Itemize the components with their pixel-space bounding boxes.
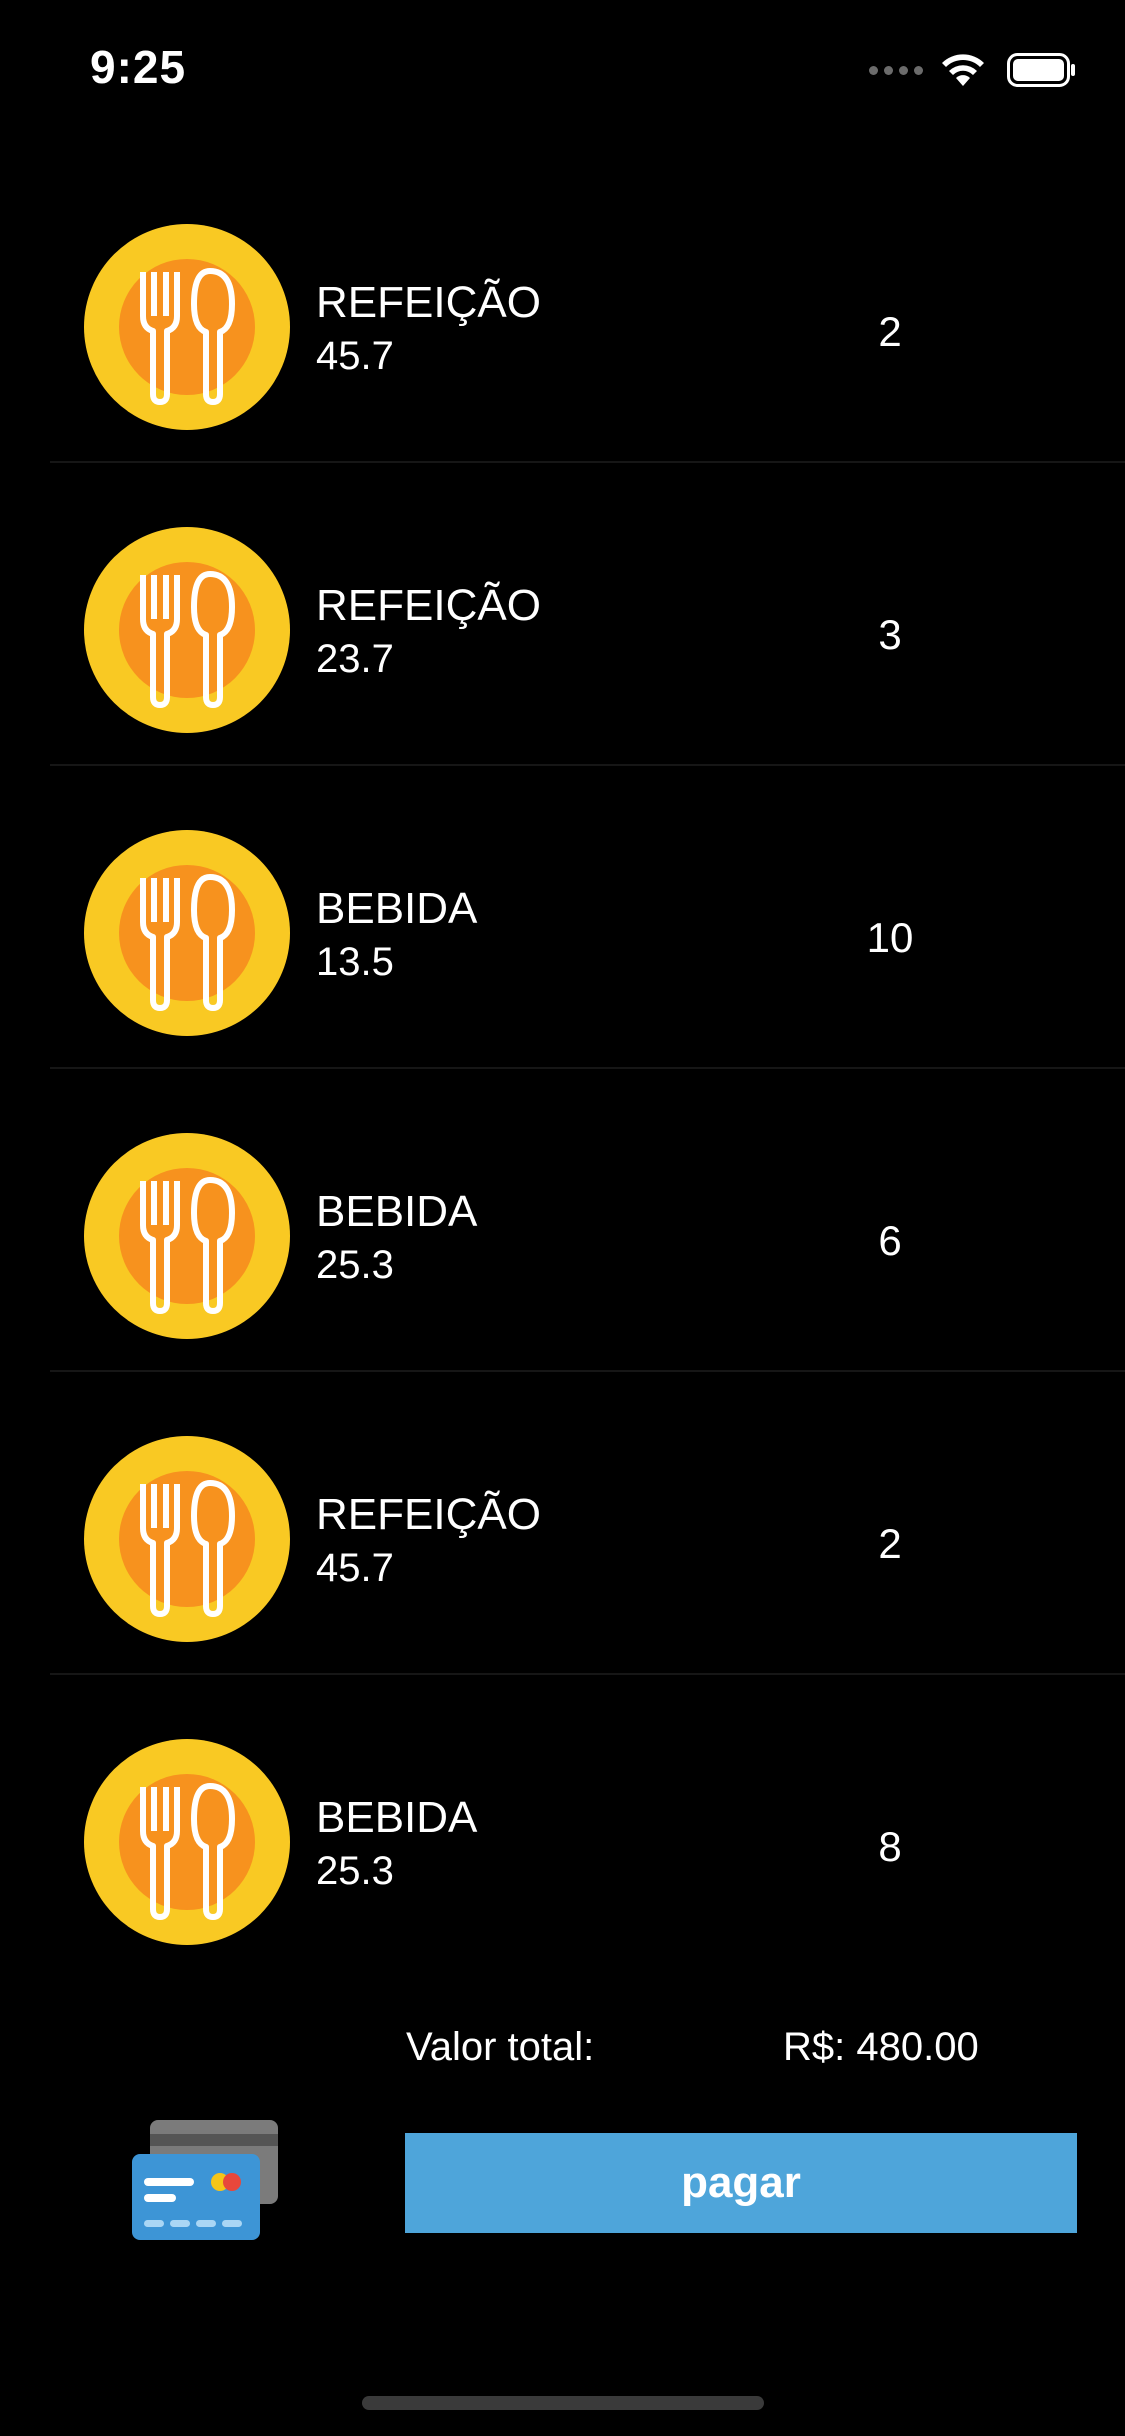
fork-spoon-icon — [84, 1133, 290, 1339]
pay-button[interactable]: pagar — [405, 2133, 1077, 2233]
order-row[interactable]: BEBIDA 13.5 10 — [50, 766, 1125, 1069]
order-row[interactable]: REFEIÇÃO 45.7 2 — [50, 1372, 1125, 1675]
item-quantity: 3 — [878, 611, 902, 658]
order-row[interactable]: REFEIÇÃO 23.7 3 — [50, 463, 1125, 766]
order-row[interactable]: BEBIDA 25.3 6 — [50, 1069, 1125, 1372]
item-name: REFEIÇÃO — [316, 581, 541, 630]
item-quantity: 10 — [866, 914, 914, 961]
total-value: R$: 480.00 — [783, 2025, 979, 2069]
status-icons — [869, 50, 1077, 90]
item-price: 23.7 — [316, 637, 394, 681]
fork-spoon-icon — [84, 1739, 290, 1945]
item-name: BEBIDA — [316, 1793, 478, 1842]
battery-icon — [1007, 53, 1075, 87]
signal-dots-icon — [869, 65, 923, 75]
item-quantity: 8 — [878, 1823, 902, 1870]
fork-spoon-icon — [84, 527, 290, 733]
item-quantity: 2 — [878, 308, 902, 355]
item-price: 13.5 — [316, 940, 394, 984]
fork-spoon-icon — [84, 1436, 290, 1642]
item-price: 25.3 — [316, 1849, 394, 1893]
home-indicator[interactable] — [362, 2396, 764, 2410]
total-label: Valor total: — [406, 2025, 595, 2069]
fork-spoon-icon — [84, 830, 290, 1036]
fork-spoon-icon — [84, 224, 290, 430]
item-name: BEBIDA — [316, 1187, 478, 1236]
status-bar: 9:25 — [0, 0, 1125, 132]
order-row[interactable]: REFEIÇÃO 45.7 2 — [50, 160, 1125, 463]
item-name: REFEIÇÃO — [316, 278, 541, 327]
item-price: 45.7 — [316, 334, 394, 378]
order-list: REFEIÇÃO 45.7 2 REFEIÇÃO 23.7 3 BEBIDA 1… — [0, 160, 1125, 1976]
item-name: BEBIDA — [316, 884, 478, 933]
item-price: 45.7 — [316, 1546, 394, 1590]
item-quantity: 2 — [878, 1520, 902, 1567]
item-quantity: 6 — [878, 1217, 902, 1264]
status-time: 9:25 — [90, 41, 187, 93]
credit-card-icon — [132, 2120, 278, 2240]
wifi-icon — [942, 54, 984, 86]
order-row[interactable]: BEBIDA 25.3 8 — [50, 1675, 1125, 1976]
item-price: 25.3 — [316, 1243, 394, 1287]
item-name: REFEIÇÃO — [316, 1490, 541, 1539]
